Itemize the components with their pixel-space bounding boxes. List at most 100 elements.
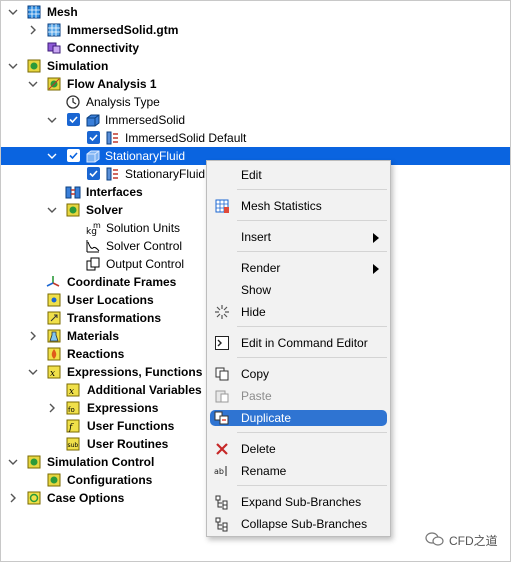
visibility-checkbox[interactable] — [87, 167, 100, 180]
boundary-icon — [104, 166, 120, 182]
menu-item-show[interactable]: Show — [210, 282, 387, 298]
tree-item-label: Expressions, Functions an — [67, 365, 220, 379]
chevron-right-icon[interactable] — [46, 402, 58, 414]
tree-item-analysis-type[interactable]: Analysis Type — [1, 93, 510, 111]
menu-item-copy[interactable]: Copy — [210, 366, 387, 382]
tree-item-immersedsolid-default[interactable]: ImmersedSolid Default — [1, 129, 510, 147]
svg-text:x: x — [69, 387, 74, 397]
command-editor-icon — [214, 335, 230, 351]
tree-item-immersedsolid[interactable]: ImmersedSolid — [1, 111, 510, 129]
interfaces-icon — [65, 184, 81, 200]
chevron-down-icon[interactable] — [46, 114, 58, 126]
chevron-down-icon[interactable] — [7, 60, 19, 72]
menu-item-label: Render — [241, 261, 281, 275]
menu-item-collapse-sub-branches[interactable]: Collapse Sub-Branches — [210, 516, 387, 532]
menu-item-label: Copy — [241, 367, 270, 381]
chevron-down-icon[interactable] — [7, 6, 19, 18]
configurations-icon — [46, 472, 62, 488]
chevron-right-icon[interactable] — [7, 492, 19, 504]
visibility-checkbox[interactable] — [87, 131, 100, 144]
tree-item-label: Analysis Type — [86, 95, 160, 109]
menu-item-label: Insert — [241, 230, 272, 244]
additional-variables-icon: x — [65, 382, 81, 398]
menu-item-label: Show — [241, 283, 272, 297]
mesh-icon — [26, 4, 42, 20]
user-locations-icon — [46, 292, 62, 308]
simulation-icon — [26, 58, 42, 74]
collapse-icon — [214, 516, 230, 532]
materials-icon — [46, 328, 62, 344]
tree-item-label: Case Options — [47, 491, 125, 505]
chevron-right-icon[interactable] — [27, 330, 39, 342]
chevron-down-icon[interactable] — [46, 150, 58, 162]
expressions-icon: fo — [65, 400, 81, 416]
svg-text:ab: ab — [214, 467, 224, 476]
menu-item-expand-sub-branches[interactable]: Expand Sub-Branches — [210, 494, 387, 510]
menu-item-delete[interactable]: Delete — [210, 441, 387, 457]
menu-item-mesh-statistics[interactable]: Mesh Statistics — [210, 198, 387, 214]
tree-item-label: Solution Units — [106, 221, 181, 235]
copy-icon — [214, 366, 230, 382]
tree-item-label: Transformations — [67, 311, 162, 325]
wechat-logo-icon — [425, 532, 444, 546]
boundary-icon — [104, 130, 120, 146]
units-icon: kg m — [85, 220, 101, 236]
visibility-checkbox[interactable] — [67, 113, 80, 126]
menu-item-label: Hide — [241, 305, 266, 319]
duplicate-icon — [214, 410, 230, 426]
mesh-file-icon — [46, 22, 62, 38]
menu-item-label: Edit in Command Editor — [241, 336, 368, 350]
menu-item-edit[interactable]: Edit — [210, 167, 387, 183]
tree-item-label: ImmersedSolid — [105, 113, 186, 127]
tree-item-label: Expressions — [87, 401, 159, 415]
tree-item-label: StationaryFluid — [105, 149, 186, 163]
flow-analysis-icon — [46, 76, 62, 92]
menu-item-label: Edit — [241, 168, 262, 182]
output-control-icon — [85, 256, 101, 272]
tree-item-label: Interfaces — [86, 185, 143, 199]
tree-item-simulation[interactable]: Simulation — [1, 57, 510, 75]
tree-item-flow-analysis-1[interactable]: Flow Analysis 1 — [1, 75, 510, 93]
tree-item-connectivity[interactable]: Connectivity — [1, 39, 510, 57]
menu-item-duplicate[interactable]: Duplicate — [210, 410, 387, 426]
menu-item-label: Duplicate — [241, 411, 292, 425]
tree-item-label: StationaryFluid D — [125, 167, 218, 181]
tree-item-label: ImmersedSolid.gtm — [67, 23, 179, 37]
tree-item-label: Additional Variables — [87, 383, 202, 397]
connectivity-icon — [46, 40, 62, 56]
chevron-down-icon[interactable] — [46, 204, 58, 216]
clock-icon — [65, 94, 81, 110]
tree-item-label: Configurations — [67, 473, 153, 487]
svg-text:x: x — [50, 369, 55, 379]
chevron-down-icon[interactable] — [7, 456, 19, 468]
chevron-down-icon[interactable] — [27, 366, 39, 378]
case-options-icon — [26, 490, 42, 506]
tree-item-label: Simulation Control — [47, 455, 155, 469]
menu-item-hide[interactable]: Hide — [210, 304, 387, 320]
svg-text:fo: fo — [68, 406, 75, 414]
menu-item-insert[interactable]: Insert — [210, 229, 387, 245]
tree-item-immersedsolid-gtm[interactable]: ImmersedSolid.gtm — [1, 21, 510, 39]
tree-item-mesh[interactable]: Mesh — [1, 3, 510, 21]
tree-item-label: Connectivity — [67, 41, 140, 55]
user-functions-icon: f — [65, 418, 81, 434]
menu-item-label: Expand Sub-Branches — [241, 495, 362, 509]
submenu-arrow-icon — [372, 263, 380, 274]
tree-item-label: ImmersedSolid Default — [125, 131, 247, 145]
mesh-statistics-icon — [214, 198, 230, 214]
simulation-control-icon — [26, 454, 42, 470]
visibility-checkbox[interactable] — [67, 149, 80, 162]
menu-item-render[interactable]: Render — [210, 260, 387, 276]
menu-separator — [237, 251, 387, 252]
menu-item-rename[interactable]: ab Rename — [210, 463, 387, 479]
tree-item-label: Coordinate Frames — [67, 275, 177, 289]
watermark: CFD之道 — [425, 528, 511, 550]
expressions-functions-icon: x — [46, 364, 62, 380]
tree-item-label: Solver — [86, 203, 123, 217]
menu-item-paste[interactable]: Paste — [210, 388, 387, 404]
menu-item-label: Rename — [241, 464, 287, 478]
chevron-down-icon[interactable] — [27, 78, 39, 90]
menu-item-edit-in-command-editor[interactable]: Edit in Command Editor — [210, 335, 387, 351]
chevron-right-icon[interactable] — [27, 24, 39, 36]
tree-item-label: Mesh — [47, 5, 78, 19]
